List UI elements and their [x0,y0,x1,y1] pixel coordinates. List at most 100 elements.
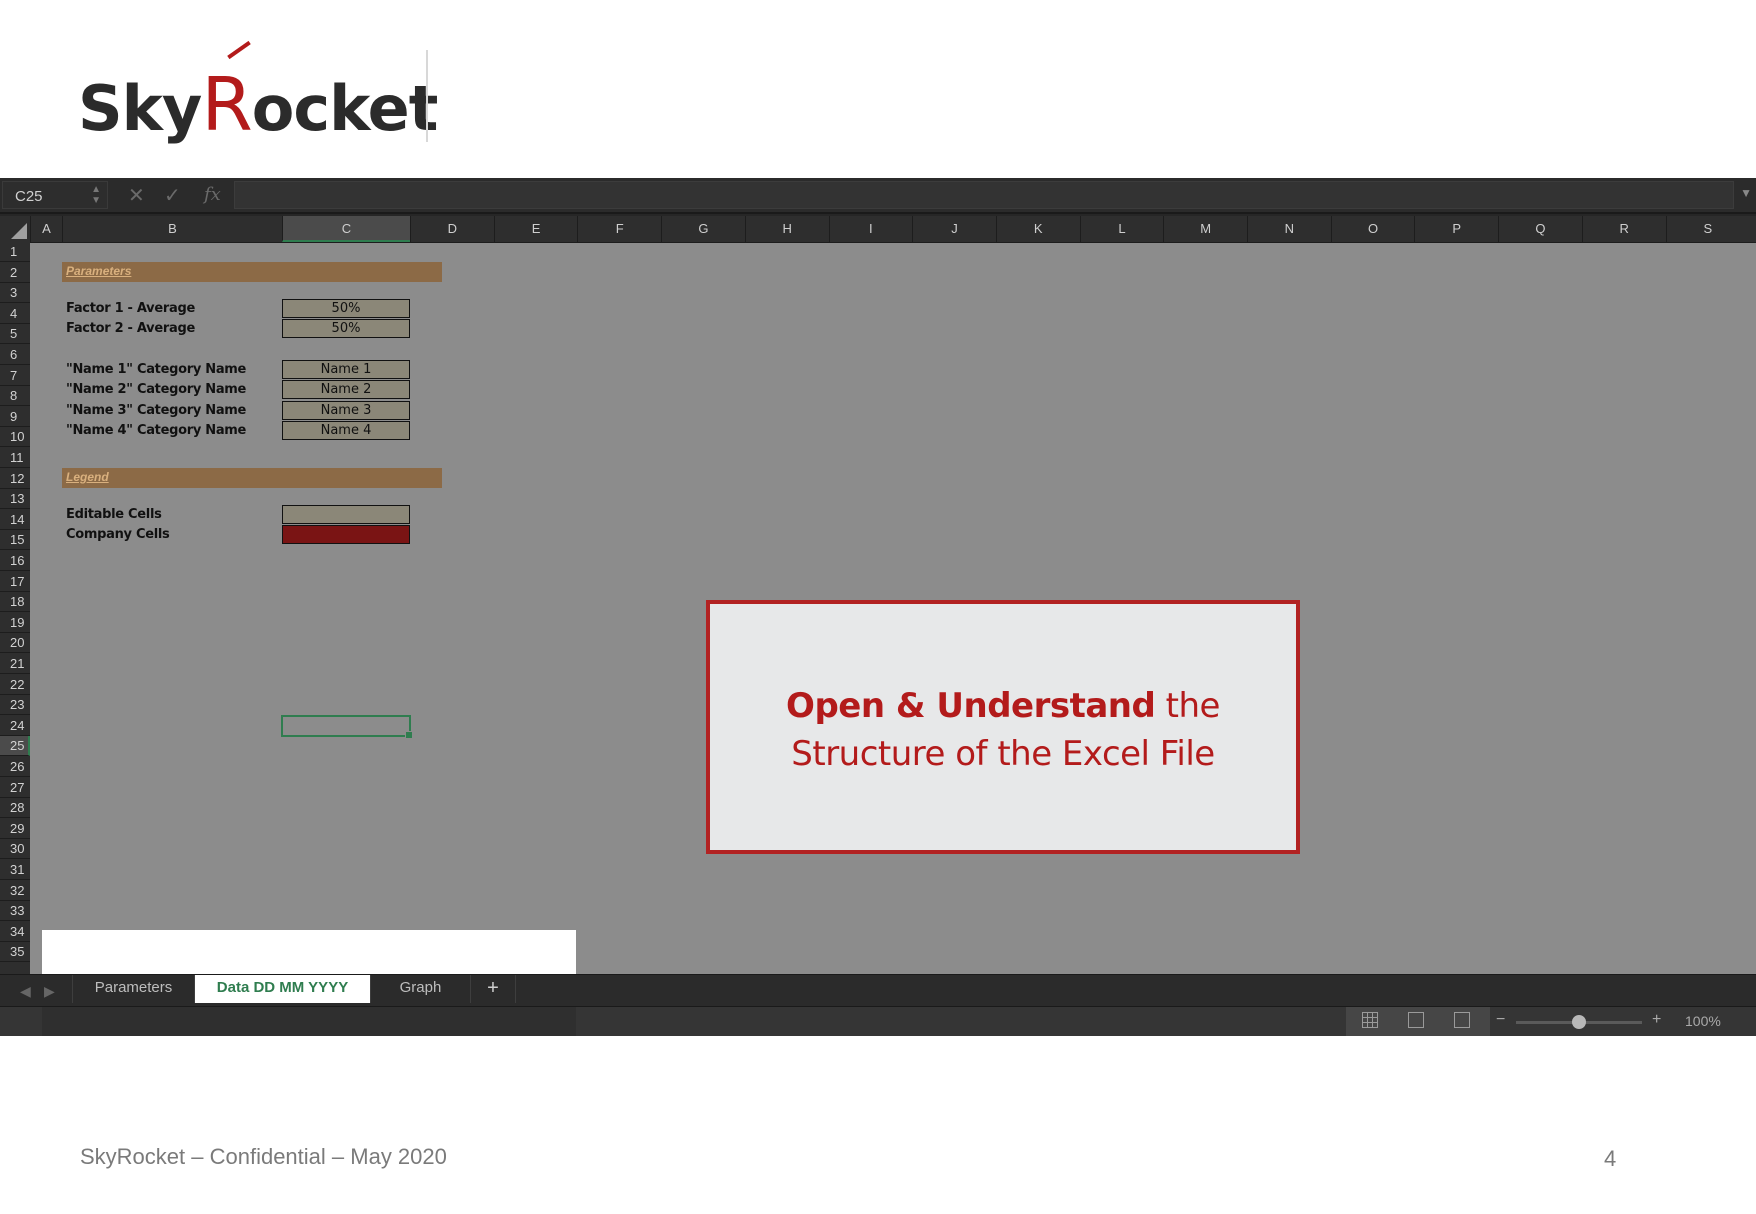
row-header-9[interactable]: 9 [0,407,30,427]
row-header-29[interactable]: 29 [0,819,30,839]
zoom-level[interactable]: 100% [1685,1013,1721,1029]
param-label: "Name 4" Category Name [66,423,247,438]
column-header-c[interactable]: C [282,216,410,242]
row-header-23[interactable]: 23 [0,695,30,716]
row-header-bar: 1 2 3 4 5 6 7 8 9 10 11 12 13 14 15 16 17 18 19 20 21 22 23 24 2… [0,242,30,976]
row-header-16[interactable]: 16 [0,551,30,571]
param-value-cell[interactable]: Name 1 [282,360,410,379]
row-header-12[interactable]: 12 [0,469,30,489]
column-header-o[interactable]: O [1330,216,1415,242]
function-fx-icon[interactable]: fx [204,184,221,205]
row-header-19[interactable]: 19 [0,613,30,633]
cancel-icon[interactable]: ✕ [128,183,145,208]
param-value-cell[interactable]: Name 3 [282,401,410,420]
tab-area-background [42,930,576,974]
row-header-1[interactable]: 1 [0,242,30,262]
column-header-r[interactable]: R [1581,216,1666,242]
column-header-q[interactable]: Q [1498,216,1582,242]
cell-area[interactable]: Parameters Factor 1 - Average 50% Factor… [30,242,1756,976]
row-header-30[interactable]: 30 [0,839,30,860]
column-header-e[interactable]: E [493,216,578,242]
page-break-view-icon[interactable] [1454,1012,1470,1028]
row-header-7[interactable]: 7 [0,366,30,386]
formula-input[interactable] [234,181,1734,209]
header-divider [426,50,428,142]
column-header-b[interactable]: B [62,216,282,242]
column-header-k[interactable]: K [995,216,1080,242]
row-header-20[interactable]: 20 [0,633,30,654]
row-header-4[interactable]: 4 [0,304,30,324]
param-label: "Name 1" Category Name [66,362,247,377]
column-header-l[interactable]: L [1079,216,1164,242]
row-header-32[interactable]: 32 [0,881,30,901]
tab-parameters[interactable]: Parameters [72,975,194,1003]
tab-data[interactable]: Data DD MM YYYY [194,975,370,1003]
editable-cells-swatch[interactable] [282,505,410,524]
row-header-35[interactable]: 35 [0,942,30,963]
row-header-18[interactable]: 18 [0,592,30,613]
callout-box: Open & Understand the Structure of the E… [706,600,1300,854]
param-value-cell[interactable]: 50% [282,319,410,338]
prev-sheet-arrow-icon[interactable]: ◀ [20,983,31,1000]
legend-label: Editable Cells [66,507,162,522]
name-box[interactable]: C25 ▲ ▼ [2,181,108,209]
row-header-21[interactable]: 21 [0,654,30,674]
sheet-tab-bar: ◀ ▶ Parameters Data DD MM YYYY Graph + [0,974,1756,1007]
row-header-34[interactable]: 34 [0,922,30,942]
skyrocket-logo: SkyRocket [78,40,438,148]
column-header-m[interactable]: M [1163,216,1247,242]
column-header-j[interactable]: J [912,216,996,242]
param-value-cell[interactable]: Name 2 [282,380,410,399]
row-header-14[interactable]: 14 [0,510,30,530]
name-box-stepper-icon[interactable]: ▲ ▼ [91,184,101,206]
row-header-33[interactable]: 33 [0,901,30,922]
add-sheet-button[interactable]: + [470,975,516,1003]
param-label: "Name 3" Category Name [66,403,247,418]
row-header-11[interactable]: 11 [0,448,30,468]
row-header-8[interactable]: 8 [0,386,30,407]
row-header-24[interactable]: 24 [0,716,30,736]
page-layout-view-icon[interactable] [1408,1012,1424,1028]
column-header-f[interactable]: F [577,216,661,242]
row-header-25[interactable]: 25 [0,736,30,757]
param-value-cell[interactable]: Name 4 [282,421,410,440]
zoom-slider-handle[interactable] [1572,1015,1586,1029]
row-header-31[interactable]: 31 [0,860,30,880]
row-header-15[interactable]: 15 [0,530,30,551]
row-header-6[interactable]: 6 [0,345,30,365]
column-header-a[interactable]: A [30,216,62,242]
param-value-cell[interactable]: 50% [282,299,410,318]
row-header-13[interactable]: 13 [0,489,30,510]
formula-expand-icon[interactable]: ▼ [1740,186,1752,200]
column-header-h[interactable]: H [744,216,829,242]
select-all-button[interactable] [0,216,30,242]
status-left-area [42,1007,576,1036]
logo-tick-icon [227,40,251,60]
row-header-2[interactable]: 2 [0,263,30,283]
tab-graph[interactable]: Graph [370,975,470,1003]
column-header-n[interactable]: N [1247,216,1331,242]
column-header-s[interactable]: S [1665,216,1750,242]
next-sheet-arrow-icon[interactable]: ▶ [44,983,55,1000]
row-header-5[interactable]: 5 [0,324,30,345]
row-header-17[interactable]: 17 [0,572,30,592]
row-header-3[interactable]: 3 [0,283,30,304]
row-header-28[interactable]: 28 [0,798,30,819]
row-header-26[interactable]: 26 [0,757,30,777]
column-header-i[interactable]: I [828,216,913,242]
column-header-p[interactable]: P [1414,216,1498,242]
zoom-in-button[interactable]: + [1652,1011,1661,1029]
row-header-27[interactable]: 27 [0,778,30,798]
active-cell-selection[interactable] [281,715,413,739]
param-label: "Name 2" Category Name [66,382,247,397]
confirm-check-icon[interactable]: ✓ [164,183,181,208]
column-header-g[interactable]: G [661,216,745,242]
company-cells-swatch[interactable] [282,525,410,544]
row-header-10[interactable]: 10 [0,427,30,448]
page-number: 4 [1604,1146,1617,1171]
normal-view-icon[interactable] [1362,1012,1378,1028]
zoom-out-button[interactable]: − [1496,1011,1505,1029]
column-header-d[interactable]: D [410,216,494,242]
spreadsheet-grid[interactable]: ABCDEFGHIJKLMNOPQRS 1 2 3 4 5 6 7 8 9 10 11 12 13 14 1… [0,216,1756,976]
row-header-22[interactable]: 22 [0,675,30,695]
